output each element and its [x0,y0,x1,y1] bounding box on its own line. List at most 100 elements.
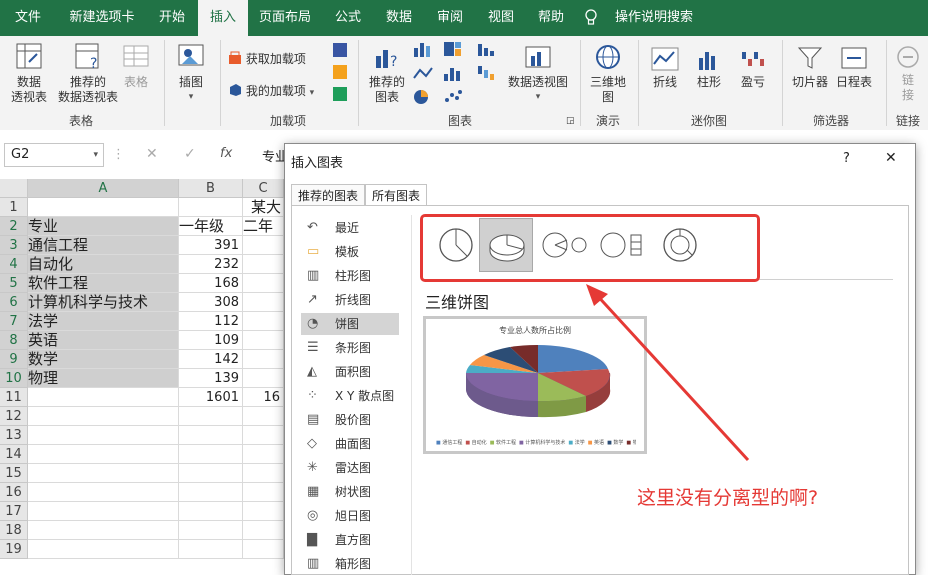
row-header[interactable]: 9 [0,350,28,369]
cell-grade1[interactable]: 391 [179,236,243,255]
cell-major[interactable]: 数学 [28,350,179,369]
cell[interactable] [179,407,243,426]
pivot-chart-button[interactable]: 数据透视图 ▾ [508,44,568,105]
tab-recommended-charts[interactable]: 推荐的图表 [291,184,366,206]
cell-grade1[interactable]: 一年级 [179,217,243,236]
cell[interactable] [179,540,243,559]
timeline-button[interactable]: 日程表 [832,44,876,90]
cell[interactable] [179,502,243,521]
cell-grade1[interactable]: 109 [179,331,243,350]
cell[interactable] [179,521,243,540]
chart-type-histogram[interactable]: ▇ 直方图 [301,529,399,551]
row-header[interactable]: 12 [0,407,28,426]
cell-grade1[interactable]: 142 [179,350,243,369]
hierarchy-chart-dropdown[interactable] [442,40,468,61]
tab-view[interactable]: 视图 [478,0,524,36]
my-addins-button[interactable]: 我的加载项 ▾ [228,82,314,99]
cell[interactable] [28,483,179,502]
waterfall-chart-dropdown[interactable] [476,64,502,85]
cell[interactable] [28,502,179,521]
column-header-b[interactable]: B [179,179,243,198]
enter-icon[interactable]: ✓ [184,146,196,162]
cell-grade1[interactable]: 168 [179,274,243,293]
cell-grade2[interactable]: 二年 [243,217,284,236]
illustrations-button[interactable]: 插图 ▾ [170,42,212,105]
column-header-a[interactable]: A [28,179,179,198]
cell-major[interactable]: 法学 [28,312,179,331]
select-all-corner[interactable] [0,179,28,198]
line-chart-dropdown[interactable] [412,64,438,85]
pivot-table-button[interactable]: 数据 透视表 [6,42,52,105]
get-addins-button[interactable]: 获取加载项 [228,50,306,67]
row-header[interactable]: 2 [0,217,28,236]
cell[interactable] [179,198,243,217]
more-options-icon[interactable]: ⋮ [112,147,125,162]
chart-type-box-whisker[interactable]: ▥ 箱形图 [301,553,399,575]
tab-data[interactable]: 数据 [376,0,422,36]
slicer-button[interactable]: 切片器 [788,44,832,90]
tab-file[interactable]: 文件 [0,0,56,36]
sparkline-column-button[interactable]: 柱形 [690,46,728,90]
chart-type-recent[interactable]: ↶ 最近 [301,217,399,239]
cell-major[interactable]: 软件工程 [28,274,179,293]
row-header[interactable]: 11 [0,388,28,407]
chart-type-area[interactable]: ◭ 面积图 [301,361,399,383]
tab-help[interactable]: 帮助 [526,0,576,36]
row-header[interactable]: 19 [0,540,28,559]
cell-grade2[interactable] [243,312,284,331]
cell[interactable] [179,464,243,483]
3d-map-button[interactable]: 三维地 图 [586,42,630,105]
cell[interactable] [243,521,284,540]
row-header[interactable]: 13 [0,426,28,445]
link-button[interactable]: 链 接 [892,44,924,103]
cell-major[interactable] [28,388,179,407]
column-header-c[interactable]: C [243,179,284,198]
pie-chart-dropdown[interactable] [412,88,438,109]
cell-major[interactable]: 自动化 [28,255,179,274]
cell-grade1[interactable]: 112 [179,312,243,331]
cell-grade2[interactable] [243,350,284,369]
charts-dialog-launcher-icon[interactable]: ◲ [566,116,575,126]
cell-grade2[interactable]: 16 [243,388,284,407]
cell[interactable] [179,426,243,445]
tab-review[interactable]: 审阅 [424,0,476,36]
cell[interactable] [243,540,284,559]
row-header[interactable]: 17 [0,502,28,521]
column-chart-dropdown[interactable] [412,40,438,61]
chart-type-pie[interactable]: ◔ 饼图 [301,313,399,335]
cell[interactable] [243,464,284,483]
row-header[interactable]: 4 [0,255,28,274]
cell-grade2[interactable] [243,331,284,350]
statistic-chart-dropdown[interactable] [476,40,502,61]
scatter-chart-dropdown[interactable] [442,88,468,109]
tab-all-charts[interactable]: 所有图表 [365,184,428,206]
row-header[interactable]: 7 [0,312,28,331]
row-header[interactable]: 14 [0,445,28,464]
close-icon[interactable]: ✕ [885,150,897,166]
tab-insert[interactable]: 插入 [198,0,248,36]
row-header[interactable]: 3 [0,236,28,255]
cell-grade2[interactable] [243,274,284,293]
tab-formulas[interactable]: 公式 [322,0,374,36]
cell[interactable] [28,540,179,559]
row-header[interactable]: 5 [0,274,28,293]
tab-home[interactable]: 开始 [148,0,196,36]
row-header[interactable]: 1 [0,198,28,217]
chart-type-treemap[interactable]: ▦ 树状图 [301,481,399,503]
cell[interactable] [243,502,284,521]
row-header[interactable]: 15 [0,464,28,483]
name-box[interactable]: G2 ▾ [4,143,104,167]
cell-grade2[interactable] [243,293,284,312]
cell[interactable] [28,521,179,540]
cell-major[interactable]: 专业 [28,217,179,236]
cell-grade2[interactable] [243,236,284,255]
chart-type-templates[interactable]: ▭ 模板 [301,241,399,263]
row-header[interactable]: 10 [0,369,28,388]
chart-type-stock[interactable]: ▤ 股价图 [301,409,399,431]
cell-grade1[interactable]: 1601 [179,388,243,407]
table-button[interactable]: 表格 [120,42,152,90]
chart-type-bar[interactable]: ☰ 条形图 [301,337,399,359]
row-header[interactable]: 16 [0,483,28,502]
help-icon[interactable]: ? [843,151,850,166]
tab-new-tab[interactable]: 新建选项卡 [56,0,148,36]
